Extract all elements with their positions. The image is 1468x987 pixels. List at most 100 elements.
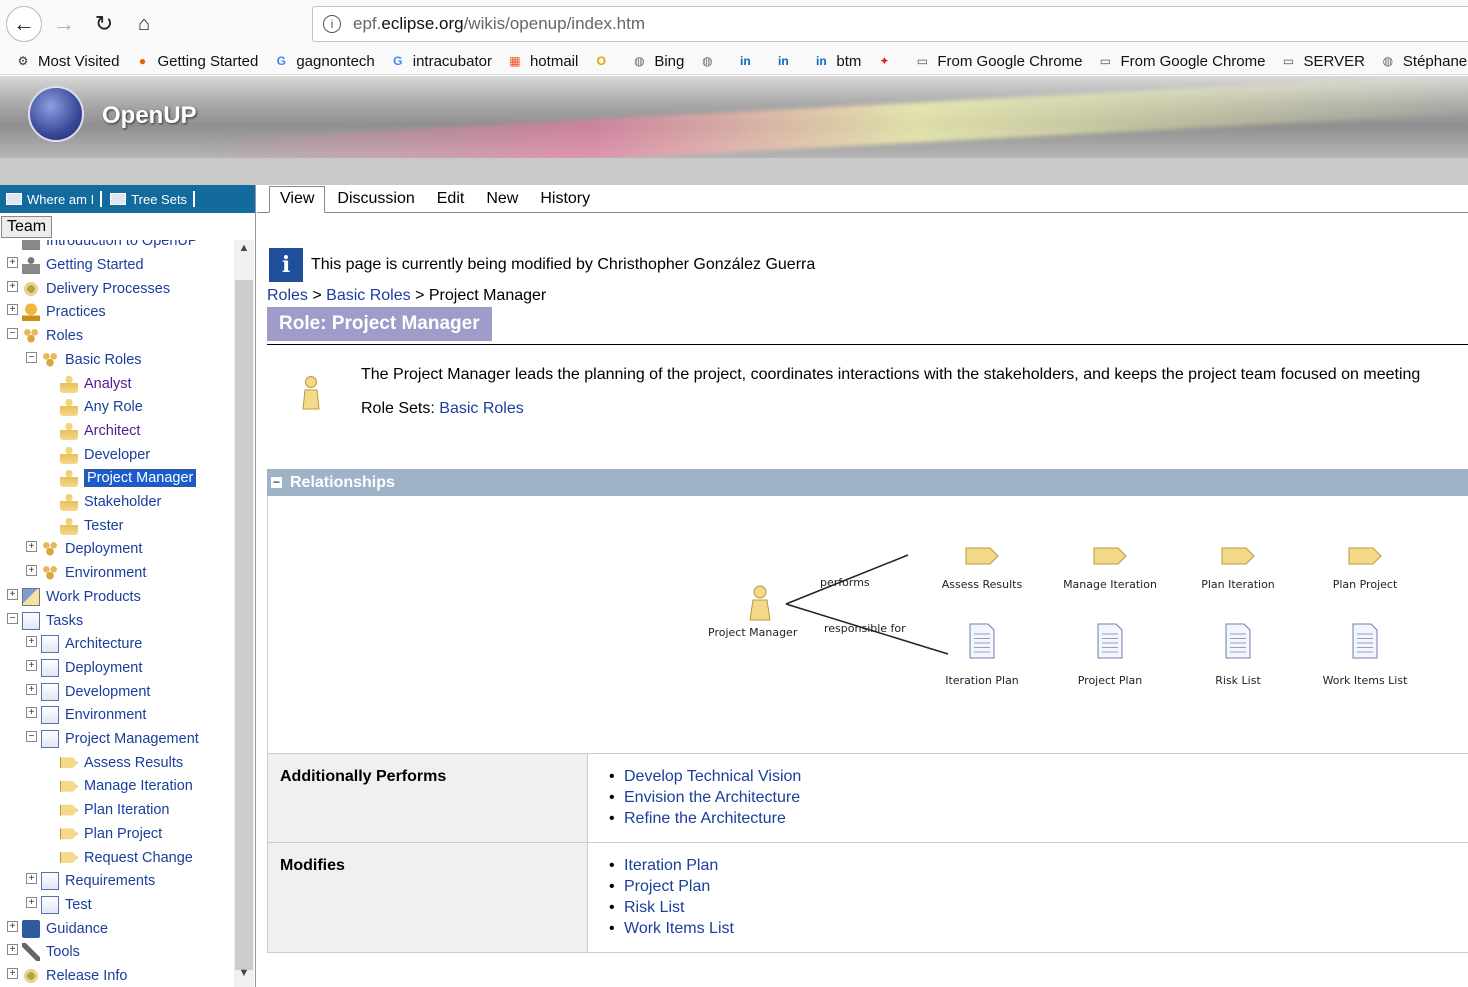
tree-item-label[interactable]: Environment (65, 565, 146, 581)
tab-new[interactable]: New (476, 187, 528, 212)
tree-item-label[interactable]: Guidance (46, 921, 108, 937)
bookmark-item[interactable]: ▦ hotmail (506, 52, 578, 70)
expand-icon[interactable]: + (7, 920, 18, 932)
back-button[interactable]: ← (6, 6, 42, 42)
bookmark-item[interactable]: in btm (812, 52, 861, 70)
tree-item-label[interactable]: Project Manager (84, 469, 197, 488)
expand-icon[interactable]: + (26, 683, 37, 695)
tree-item-label[interactable]: Requirements (65, 873, 155, 889)
tree-item[interactable]: + Getting Started (0, 254, 144, 276)
forward-button[interactable]: → (46, 6, 82, 42)
tree-item[interactable]: Stakeholder (0, 491, 161, 513)
tree-item-label[interactable]: Plan Project (84, 826, 162, 842)
tree-item-label[interactable]: Introduction to OpenUP (46, 240, 198, 249)
tree-item-label[interactable]: Getting Started (46, 257, 144, 273)
tree-item[interactable]: + Practices (0, 301, 106, 323)
tree-item[interactable]: + Tools (0, 941, 80, 963)
tree-item-label[interactable]: Plan Iteration (84, 802, 169, 818)
diagram-role-figure[interactable] (749, 585, 771, 621)
tab-view[interactable]: View (269, 186, 326, 213)
expand-icon[interactable]: + (7, 257, 18, 268)
list-item-link[interactable]: Iteration Plan (624, 857, 718, 874)
bookmark-item[interactable]: Gintracubator (389, 52, 492, 70)
bookmark-item[interactable]: in (774, 52, 798, 70)
expand-icon[interactable]: + (7, 968, 18, 979)
list-item-link[interactable]: Risk List (624, 899, 684, 916)
info-icon[interactable]: i (323, 15, 341, 33)
list-item-link[interactable]: Work Items List (624, 920, 734, 937)
tree-item[interactable]: Plan Iteration (0, 799, 169, 821)
tree-item[interactable]: Assess Results (0, 752, 183, 774)
expand-icon[interactable]: + (26, 896, 37, 908)
tree-item-label[interactable]: Test (65, 897, 92, 913)
expand-icon[interactable]: + (26, 707, 37, 719)
scroll-thumb[interactable] (235, 280, 253, 970)
tree-item[interactable]: Tester (0, 515, 124, 537)
tree-item-label[interactable]: Project Management (65, 731, 199, 747)
tree-item[interactable]: + Deployment (0, 538, 142, 560)
tree-sets-button[interactable]: Tree Sets (110, 191, 196, 207)
tree-item-label[interactable]: Manage Iteration (84, 778, 193, 794)
tree-item-label[interactable]: Roles (46, 328, 83, 344)
tree-item[interactable]: + Work Products (0, 586, 141, 608)
diagram-artifact[interactable]: Iteration Plan (945, 623, 1019, 687)
bookmark-item[interactable]: ● Getting Started (133, 52, 259, 70)
diagram-artifact[interactable]: Work Items List (1323, 623, 1409, 687)
tree-item[interactable]: + Environment (0, 704, 146, 726)
diagram-task[interactable]: Plan Iteration (1201, 547, 1275, 591)
bookmark-item[interactable]: ✦ (875, 52, 899, 70)
tree-item[interactable]: Developer (0, 444, 150, 466)
tree-item-label[interactable]: Practices (46, 304, 106, 320)
tree-item[interactable]: Request Change (0, 847, 193, 869)
collapse-icon[interactable]: − (26, 731, 37, 742)
tab-edit[interactable]: Edit (427, 187, 475, 212)
tree-item[interactable]: + Test (0, 894, 92, 916)
tree-item[interactable]: + Requirements (0, 870, 155, 892)
collapse-icon[interactable]: − (7, 328, 18, 340)
breadcrumb-roles[interactable]: Roles (267, 287, 308, 304)
bookmark-item[interactable]: ▭ SERVER (1280, 52, 1365, 70)
team-tab[interactable]: Team (1, 216, 53, 238)
tree-item[interactable]: − Tasks (0, 610, 83, 632)
tab-discussion[interactable]: Discussion (327, 187, 424, 212)
bookmark-item[interactable]: O (592, 52, 616, 70)
tree-item-label[interactable]: Developer (84, 447, 150, 463)
expand-icon[interactable]: + (7, 944, 18, 956)
tree-item[interactable]: Architect (0, 420, 140, 442)
breadcrumb-basic-roles[interactable]: Basic Roles (326, 287, 410, 304)
collapse-icon[interactable]: − (271, 476, 282, 488)
expand-icon[interactable]: + (7, 304, 18, 316)
bookmark-item[interactable]: ◍ Bing (630, 52, 684, 70)
tree-item-label[interactable]: Delivery Processes (46, 281, 170, 297)
tree-scrollbar[interactable]: ▲ ▼ (234, 240, 254, 987)
tree-item-label[interactable]: Assess Results (84, 755, 183, 771)
diagram-task[interactable]: Assess Results (942, 547, 1023, 591)
tree-item[interactable]: − Project Management (0, 728, 199, 750)
tree-item[interactable]: Manage Iteration (0, 775, 193, 797)
tree-item-label[interactable]: Analyst (84, 376, 132, 392)
expand-icon[interactable]: + (26, 873, 37, 885)
diagram-task[interactable]: Plan Project (1333, 547, 1398, 591)
tree-item-label[interactable]: Tester (84, 518, 124, 534)
scroll-up-icon[interactable]: ▲ (234, 242, 254, 260)
bookmark-item[interactable]: ◍ Stéphane (1379, 52, 1467, 70)
home-button[interactable]: ⌂ (126, 6, 162, 42)
expand-icon[interactable]: + (26, 541, 37, 553)
tree-item[interactable]: Project Manager (0, 467, 197, 489)
tree-item-label[interactable]: Architect (84, 423, 140, 439)
bookmark-item[interactable]: ⚙ Most Visited (14, 52, 120, 70)
tab-history[interactable]: History (530, 187, 600, 212)
list-item-link[interactable]: Envision the Architecture (624, 789, 800, 806)
tree-item-label[interactable]: Deployment (65, 541, 142, 557)
tree-item-label[interactable]: Deployment (65, 660, 142, 676)
tree-item[interactable]: Analyst (0, 373, 132, 395)
tree-item[interactable]: + Environment (0, 562, 146, 584)
tree-item-label[interactable]: Request Change (84, 850, 193, 866)
tree-item[interactable]: + Delivery Processes (0, 278, 170, 300)
tree-item-label[interactable]: Development (65, 684, 150, 700)
tree-item-label[interactable]: Work Products (46, 589, 141, 605)
tree-item[interactable]: + Release Info (0, 965, 127, 987)
relationships-header[interactable]: − Relationships (267, 469, 1468, 496)
tree-item-label[interactable]: Any Role (84, 399, 143, 415)
expand-icon[interactable]: + (26, 659, 37, 671)
